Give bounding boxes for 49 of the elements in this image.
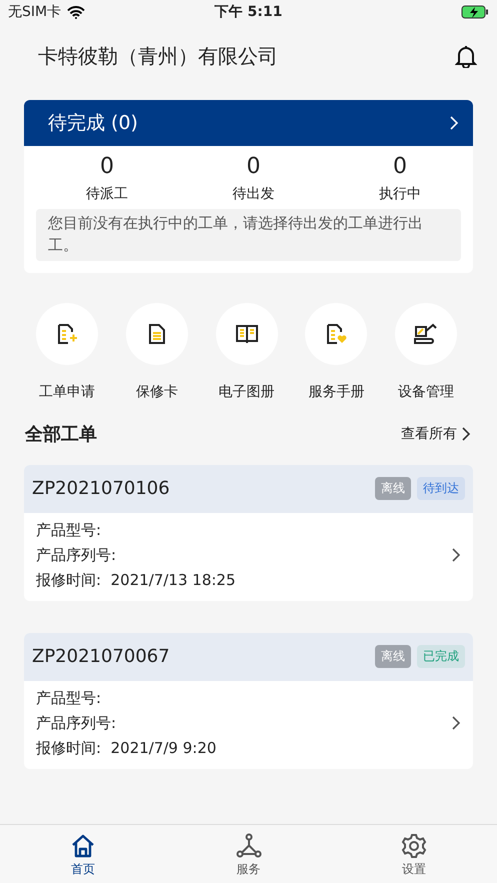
notice-text: 您目前没有在执行中的工单，请选择待出发的工单进行出工。	[36, 209, 461, 260]
status-tag: 已完成	[417, 645, 465, 668]
settings-icon	[401, 833, 428, 859]
company-title: 卡特彼勒（青州）有限公司	[38, 42, 278, 70]
chevron-right-icon	[461, 426, 471, 442]
order-field: 产品型号:	[36, 686, 216, 710]
document-heart-icon	[324, 322, 348, 346]
stat-value: 0	[393, 154, 407, 179]
stat-value: 0	[100, 154, 114, 179]
network-icon	[236, 833, 262, 859]
wifi-icon	[67, 6, 86, 18]
order-field: 产品序列号:	[36, 542, 236, 568]
order-number: ZP2021070106	[32, 478, 170, 499]
pending-header[interactable]: 待完成 (0)	[24, 100, 473, 146]
excavator-icon	[413, 322, 439, 346]
chevron-right-icon	[451, 715, 461, 731]
pending-title: 待完成 (0)	[48, 111, 138, 136]
status-tag: 待到达	[417, 477, 465, 500]
section-title: 全部工单	[25, 422, 97, 446]
clock-time: 下午 5:11	[214, 3, 282, 21]
shortcut-label[interactable]: 电子图册	[218, 382, 274, 400]
tab-item[interactable]: 首页	[0, 825, 166, 883]
view-all-link[interactable]: 查看所有	[401, 424, 471, 442]
order-card[interactable]: ZP2021070106 离线 待到达 产品型号: 产品序列号: 报修时间: 2021/7/13 18:25	[24, 464, 473, 600]
order-field: 报修时间: 2021/7/13 18:25	[36, 568, 236, 592]
order-number: ZP2021070067	[32, 646, 170, 667]
chevron-right-icon	[451, 547, 461, 563]
offline-tag: 离线	[375, 645, 411, 668]
stat-label: 待派工	[86, 185, 128, 203]
stat-value: 0	[246, 154, 260, 179]
bell-icon[interactable]	[455, 44, 477, 68]
shortcut-label[interactable]: 服务手册	[308, 382, 364, 400]
offline-tag: 离线	[375, 477, 411, 500]
chevron-right-icon	[449, 115, 459, 131]
tab-item[interactable]: 设置	[331, 825, 497, 883]
order-field: 产品型号:	[36, 518, 236, 542]
document-plus-icon	[55, 322, 79, 346]
order-field: 报修时间: 2021/7/9 9:20	[36, 736, 216, 760]
tab-item[interactable]: 服务	[166, 825, 332, 883]
stat-label: 执行中	[379, 185, 421, 203]
shortcut-label[interactable]: 工单申请	[39, 382, 95, 400]
stat-label: 待出发	[232, 185, 274, 203]
carrier-label: 无SIM卡	[8, 3, 62, 21]
battery-icon	[461, 5, 490, 19]
shortcut-label[interactable]: 保修卡	[136, 382, 178, 400]
order-card[interactable]: ZP2021070067 离线 已完成 产品型号: 产品序列号: 报修时间: 2021/7/9 9:20	[24, 632, 473, 768]
shortcut-label[interactable]: 设备管理	[398, 382, 454, 400]
home-icon	[70, 833, 96, 859]
order-field: 产品序列号:	[36, 710, 216, 736]
